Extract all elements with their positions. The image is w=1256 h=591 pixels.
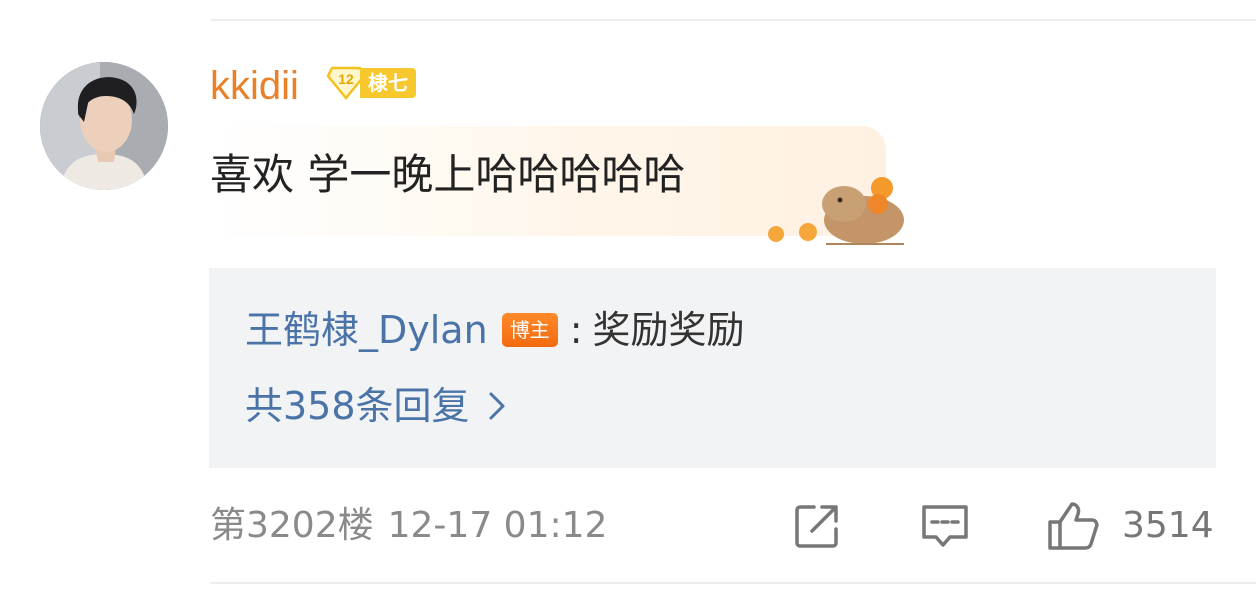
floor-number: 第3202楼	[210, 505, 374, 546]
reply-preview-box[interactable]: 王鹤棣_Dylan 博主 : 奖励奖励 共358条回复	[209, 268, 1216, 468]
fan-badge-label: 棣七	[360, 68, 416, 98]
comment-time: 12-17 01:12	[387, 505, 608, 546]
avatar[interactable]	[40, 62, 168, 190]
top-divider	[210, 19, 1256, 21]
bottom-divider	[210, 582, 1256, 584]
like-button[interactable]: 3514	[1046, 500, 1214, 552]
share-icon	[795, 505, 838, 548]
view-all-replies-link[interactable]: 共358条回复	[245, 380, 506, 432]
replies-count-label: 共358条回复	[245, 384, 470, 428]
reply-text: 奖励奖励	[592, 308, 745, 352]
svg-text:12: 12	[338, 71, 354, 87]
reply-author[interactable]: 王鹤棣_Dylan	[245, 304, 488, 356]
share-button[interactable]	[792, 500, 842, 552]
capybara-sticker-icon	[768, 177, 904, 245]
chevron-right-icon	[489, 392, 505, 420]
username[interactable]: kkidii	[210, 60, 299, 112]
comment-icon	[922, 505, 968, 547]
comment-text: 喜欢 学一晚上哈哈哈哈哈	[210, 150, 686, 199]
comment-meta: 第3202楼 12-17 01:12	[210, 502, 607, 550]
like-count: 3514	[1122, 505, 1214, 546]
thumbs-up-icon	[1048, 502, 1099, 550]
reply-colon: :	[569, 308, 583, 352]
reply-preview-line: 王鹤棣_Dylan 博主 : 奖励奖励	[245, 304, 745, 356]
comment-button[interactable]	[918, 500, 972, 552]
host-badge: 博主	[501, 313, 558, 347]
fan-level-badge[interactable]: 12 棣七	[326, 64, 430, 102]
